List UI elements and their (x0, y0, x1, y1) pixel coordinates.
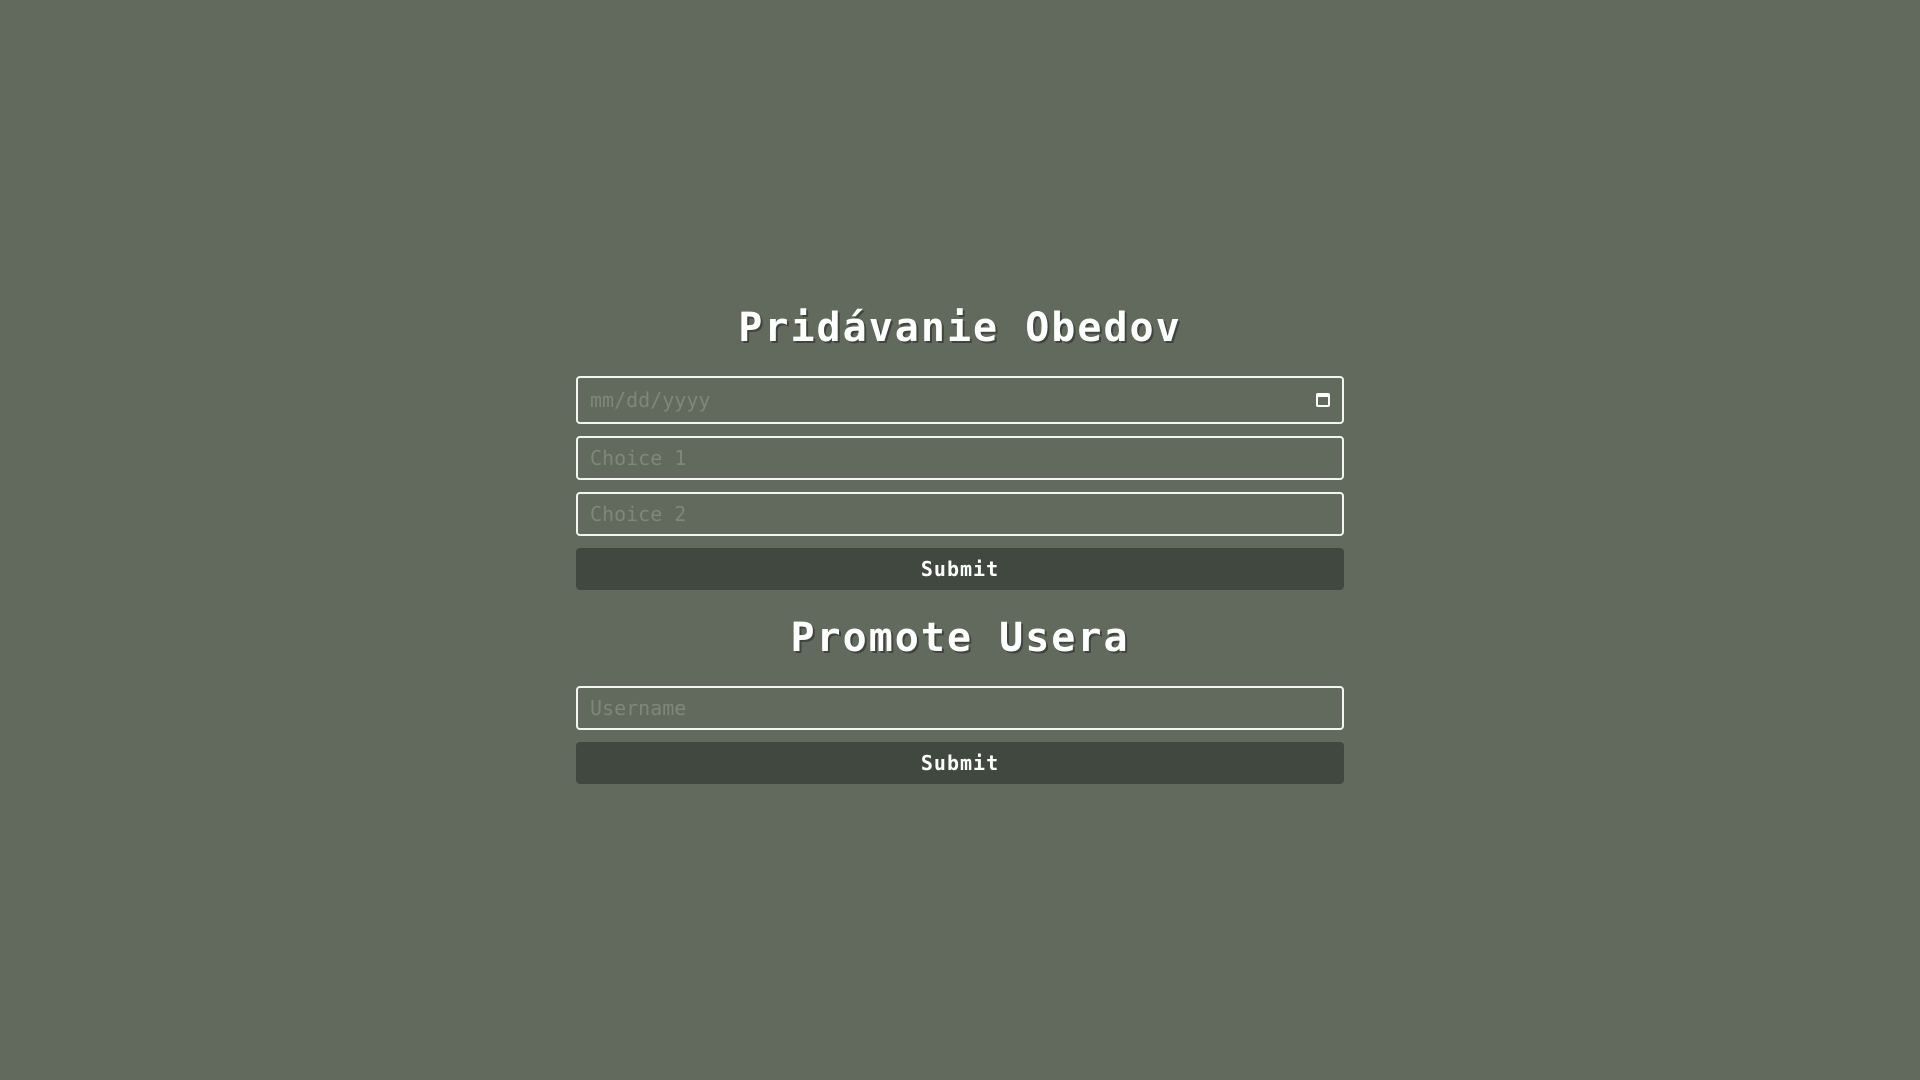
calendar-icon[interactable] (1316, 393, 1330, 407)
date-input[interactable] (590, 388, 1316, 412)
choice-1-input[interactable] (590, 446, 1330, 470)
promote-user-submit-button[interactable]: Submit (576, 742, 1344, 784)
date-field[interactable] (576, 376, 1344, 424)
username-field[interactable] (576, 686, 1344, 730)
admin-panel: Pridávanie Obedov Submit Promote Usera S… (576, 300, 1344, 784)
choice-2-input[interactable] (590, 502, 1330, 526)
add-lunch-form: Pridávanie Obedov Submit (576, 300, 1344, 590)
username-input[interactable] (590, 696, 1330, 720)
promote-user-title: Promote Usera (790, 615, 1130, 661)
promote-user-form: Promote Usera Submit (576, 610, 1344, 784)
choice-1-field[interactable] (576, 436, 1344, 480)
choice-2-field[interactable] (576, 492, 1344, 536)
add-lunch-submit-button[interactable]: Submit (576, 548, 1344, 590)
add-lunch-title: Pridávanie Obedov (738, 305, 1182, 351)
